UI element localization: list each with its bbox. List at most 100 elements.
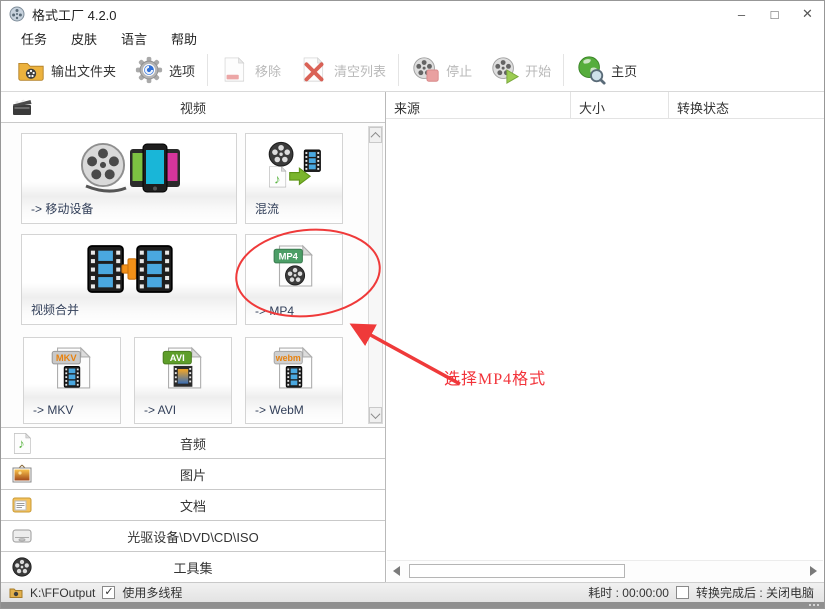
output-path[interactable]: K:\FFOutput (30, 586, 95, 600)
avi-file-icon: AVI (135, 343, 231, 393)
close-button[interactable]: ✕ (791, 1, 824, 27)
window-bottom-edge (1, 602, 824, 608)
file-list-body[interactable] (386, 119, 824, 582)
picture-icon (11, 463, 33, 485)
category-toolset-label: 工具集 (1, 558, 385, 577)
output-folder-button[interactable]: 输出文件夹 (7, 51, 125, 89)
window-title: 格式工厂 4.2.0 (32, 5, 117, 24)
clear-list-button[interactable]: 清空列表 (290, 51, 395, 89)
shutdown-checkbox[interactable] (676, 586, 689, 599)
stop-label: 停止 (446, 61, 472, 80)
start-button[interactable]: 开始 (481, 51, 560, 89)
mkv-badge: MKV (56, 353, 78, 363)
category-document-label: 文档 (1, 496, 385, 515)
category-document[interactable]: 文档 (1, 490, 385, 521)
stop-button[interactable]: 停止 (402, 51, 481, 89)
multithread-label: 使用多线程 (122, 584, 182, 601)
menu-bar: 任务 皮肤 语言 帮助 (1, 27, 824, 49)
home-label: 主页 (611, 61, 637, 80)
scroll-up-button[interactable] (369, 127, 382, 143)
chevron-up-icon (371, 131, 381, 141)
menu-language[interactable]: 语言 (109, 27, 159, 50)
mkv-file-icon: MKV (24, 343, 120, 393)
options-button[interactable]: 选项 (125, 51, 204, 89)
mux-icon: ♪ (246, 139, 342, 191)
folder-small-icon (9, 587, 23, 599)
format-sidebar: 视频 (1, 92, 386, 582)
start-icon (490, 55, 520, 85)
scroll-left-icon[interactable] (393, 566, 400, 576)
tile-label: -> WebM (255, 403, 304, 417)
maximize-button[interactable]: □ (758, 1, 791, 27)
remove-doc-icon (220, 55, 250, 85)
tile-label: 视频合并 (31, 301, 79, 318)
horizontal-scrollbar[interactable] (387, 560, 823, 582)
shutdown-label: 转换完成后 : 关闭电脑 (696, 584, 814, 601)
main-area: 视频 (1, 92, 824, 582)
webm-badge: webm (275, 353, 301, 363)
column-source[interactable]: 来源 (386, 92, 571, 119)
tile-label: 混流 (255, 200, 279, 217)
file-list-header: 来源 大小 转换状态 (386, 92, 824, 119)
scroll-right-icon[interactable] (810, 566, 817, 576)
tile-webm[interactable]: webm -> WebM (245, 337, 343, 424)
home-globe-icon (576, 55, 606, 85)
mobile-device-icon (22, 139, 236, 195)
clear-list-icon (299, 55, 329, 85)
svg-text:♪: ♪ (18, 436, 25, 451)
category-toolset[interactable]: 工具集 (1, 552, 385, 583)
tile-video-merge[interactable]: 视频合并 (21, 234, 237, 325)
toolbar: 输出文件夹 选项 (1, 49, 824, 92)
app-window: 格式工厂 4.2.0 – □ ✕ 任务 皮肤 语言 帮助 输出文件夹 (0, 0, 825, 609)
resize-grip[interactable] (808, 603, 820, 607)
menu-help[interactable]: 帮助 (159, 27, 209, 50)
clapperboard-icon (11, 96, 33, 118)
scroll-down-button[interactable] (369, 407, 382, 423)
toolbar-separator (207, 54, 208, 86)
tile-avi[interactable]: AVI -> AVI (134, 337, 232, 424)
document-icon (11, 494, 33, 516)
column-status[interactable]: 转换状态 (669, 92, 824, 119)
file-list-panel: 来源 大小 转换状态 (386, 92, 824, 582)
audio-icon: ♪ (11, 432, 33, 454)
minimize-button[interactable]: – (725, 1, 758, 27)
vertical-scrollbar[interactable] (368, 126, 383, 424)
category-video[interactable]: 视频 (1, 92, 385, 123)
tile-mobile-device[interactable]: -> 移动设备 (21, 133, 237, 224)
toolbar-separator (563, 54, 564, 86)
category-audio[interactable]: ♪ 音频 (1, 428, 385, 459)
folder-icon (16, 55, 46, 85)
category-video-label: 视频 (1, 98, 385, 117)
category-picture[interactable]: 图片 (1, 459, 385, 490)
category-audio-label: 音频 (1, 434, 385, 453)
webm-file-icon: webm (246, 343, 342, 393)
tile-label: -> AVI (144, 403, 176, 417)
tile-mp4[interactable]: MP4 -> MP4 (245, 234, 343, 325)
title-bar: 格式工厂 4.2.0 – □ ✕ (1, 1, 824, 27)
category-picture-label: 图片 (1, 465, 385, 484)
avi-badge: AVI (170, 353, 185, 363)
start-label: 开始 (525, 61, 551, 80)
multithread-checkbox[interactable] (102, 586, 115, 599)
menu-skin[interactable]: 皮肤 (59, 27, 109, 50)
category-disc-label: 光驱设备\DVD\CD\ISO (1, 527, 385, 546)
column-size[interactable]: 大小 (571, 92, 669, 119)
toolbar-separator (398, 54, 399, 86)
menu-task[interactable]: 任务 (9, 27, 59, 50)
stop-icon (411, 55, 441, 85)
tile-mkv[interactable]: MKV -> MKV (23, 337, 121, 424)
video-format-tiles: -> 移动设备 ♪ 混流 (1, 123, 385, 428)
home-button[interactable]: 主页 (567, 51, 646, 89)
tile-mux[interactable]: ♪ 混流 (245, 133, 343, 224)
options-label: 选项 (169, 61, 195, 80)
tile-label: -> MKV (33, 403, 73, 417)
remove-button[interactable]: 移除 (211, 51, 290, 89)
horizontal-scroll-thumb[interactable] (409, 564, 625, 578)
category-disc[interactable]: 光驱设备\DVD\CD\ISO (1, 521, 385, 552)
svg-text:♪: ♪ (274, 171, 280, 186)
gear-icon (134, 55, 164, 85)
clear-list-label: 清空列表 (334, 61, 386, 80)
chevron-down-icon (371, 409, 381, 419)
output-folder-label: 输出文件夹 (51, 61, 116, 80)
tile-label: -> 移动设备 (31, 200, 93, 217)
